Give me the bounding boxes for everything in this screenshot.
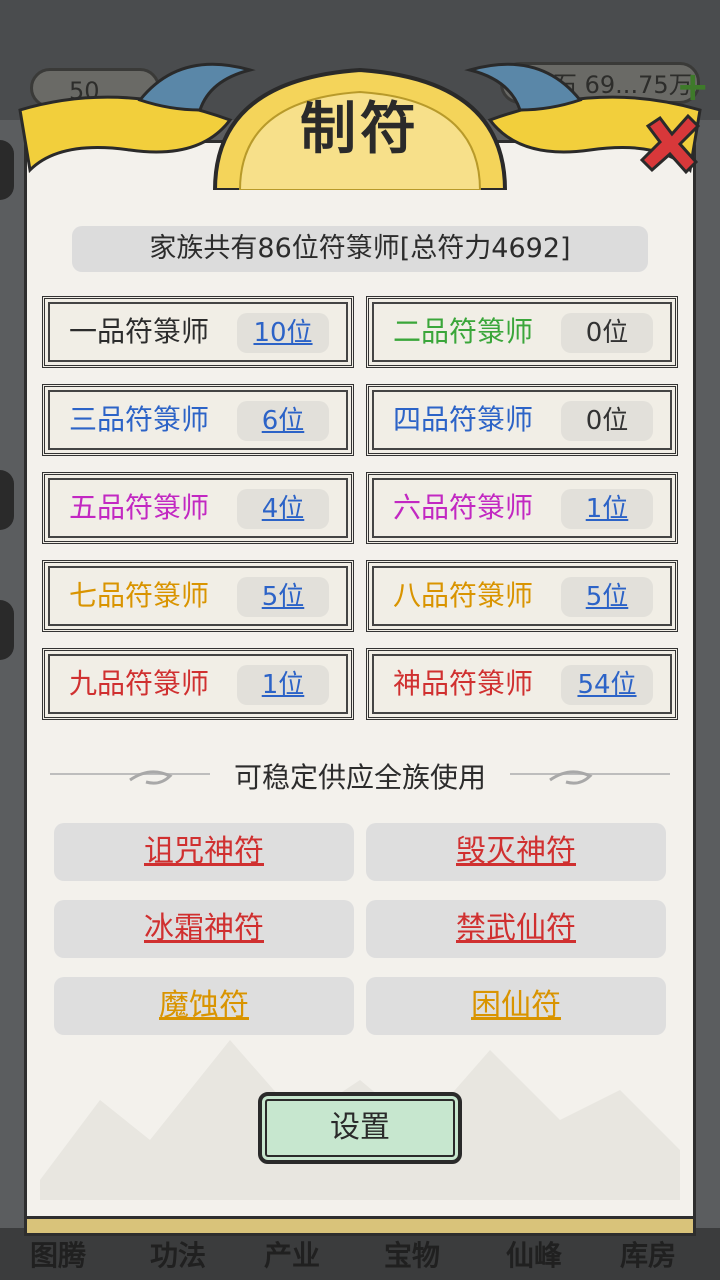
rank-count[interactable]: 5位	[237, 577, 329, 617]
background-side-tab	[0, 600, 14, 660]
rank-name: 神品符箓师	[393, 667, 534, 700]
nav-item: 仙峰	[506, 1239, 563, 1272]
rank-card: 六品符箓师 1位	[366, 472, 678, 544]
rank-name: 一品符箓师	[69, 315, 210, 348]
rank-count[interactable]: 5位	[561, 577, 653, 617]
talisman-button-demon-erosion[interactable]: 魔蚀符	[54, 977, 354, 1035]
rank-card: 九品符箓师 1位	[42, 648, 354, 720]
rank-card: 三品符箓师 6位	[42, 384, 354, 456]
nav-item: 库房	[620, 1239, 677, 1272]
settings-button[interactable]: 设置	[258, 1092, 462, 1164]
rank-count[interactable]: 1位	[237, 665, 329, 705]
nav-item: 功法	[150, 1239, 207, 1272]
rank-name: 六品符箓师	[393, 491, 534, 524]
talisman-button-frost[interactable]: 冰霜神符	[54, 900, 354, 958]
talisman-button-destruction[interactable]: 毁灭神符	[366, 823, 666, 881]
rank-name: 四品符箓师	[393, 403, 534, 436]
rank-count[interactable]: 6位	[237, 401, 329, 441]
rank-count[interactable]: 4位	[237, 489, 329, 529]
rank-card: 神品符箓师 54位	[366, 648, 678, 720]
rank-count: 0位	[561, 313, 653, 353]
rank-name: 二品符箓师	[393, 315, 534, 348]
rank-card: 七品符箓师 5位	[42, 560, 354, 632]
nav-item: 图腾	[30, 1239, 87, 1272]
rank-card: 四品符箓师 0位	[366, 384, 678, 456]
rank-count[interactable]: 1位	[561, 489, 653, 529]
rank-count[interactable]: 54位	[561, 665, 653, 705]
rank-name: 九品符箓师	[69, 667, 210, 700]
supply-heading: 可稳定供应全族使用	[233, 761, 486, 794]
close-icon[interactable]	[638, 112, 702, 176]
rank-name: 七品符箓师	[69, 579, 210, 612]
summary-banner: 家族共有86位符箓师[总符力4692]	[72, 226, 648, 272]
rank-card: 五品符箓师 4位	[42, 472, 354, 544]
rank-card: 一品符箓师 10位	[42, 296, 354, 368]
nav-item: 产业	[264, 1239, 321, 1272]
nav-item: 宝物	[384, 1239, 441, 1272]
rank-name: 三品符箓师	[69, 403, 210, 436]
rank-count[interactable]: 10位	[237, 313, 329, 353]
background-side-tab	[0, 470, 14, 530]
rank-name: 八品符箓师	[393, 579, 534, 612]
talisman-button-trap-immortal[interactable]: 困仙符	[366, 977, 666, 1035]
dialog-title: 制符	[300, 97, 420, 162]
rank-card: 二品符箓师 0位	[366, 296, 678, 368]
talisman-button-curse[interactable]: 诅咒神符	[54, 823, 354, 881]
talisman-button-martial-ban[interactable]: 禁武仙符	[366, 900, 666, 958]
panel-bottom-border	[24, 1216, 696, 1236]
rank-card: 八品符箓师 5位	[366, 560, 678, 632]
rank-name: 五品符箓师	[69, 491, 210, 524]
rank-count: 0位	[561, 401, 653, 441]
